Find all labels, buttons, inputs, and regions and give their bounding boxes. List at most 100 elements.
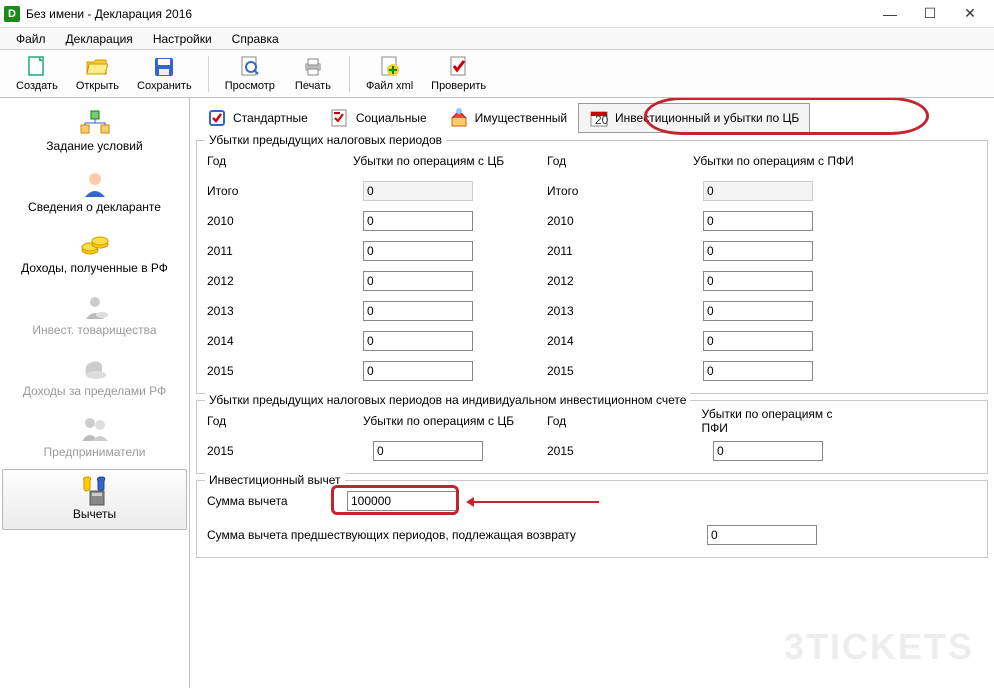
nav-income-abroad[interactable]: Доходы за пределами РФ bbox=[2, 347, 187, 406]
nav-invest-partner[interactable]: Инвест. товарищества bbox=[2, 286, 187, 345]
pfi-input-2011[interactable] bbox=[703, 241, 813, 261]
pfi-input-2014[interactable] bbox=[703, 331, 813, 351]
iis-year-cb: 2015 bbox=[207, 444, 253, 458]
declarant-icon bbox=[78, 169, 112, 199]
year-cb-2013: 2013 bbox=[207, 304, 253, 318]
year-cb-2012: 2012 bbox=[207, 274, 253, 288]
calendar-icon: 20 bbox=[589, 108, 609, 128]
year-cb-2010: 2010 bbox=[207, 214, 253, 228]
year-header-iis-pfi: Год bbox=[547, 414, 592, 428]
year-cb-2015: 2015 bbox=[207, 364, 253, 378]
iis-cb-input[interactable] bbox=[373, 441, 483, 461]
deduction-prev-label: Сумма вычета предшествующих периодов, по… bbox=[207, 528, 607, 542]
deduction-sum-input[interactable] bbox=[347, 491, 457, 511]
year-cb-2014: 2014 bbox=[207, 334, 253, 348]
form-check-icon bbox=[330, 108, 350, 128]
tabstrip: Стандартные Социальные Имущественный 20 … bbox=[196, 102, 988, 134]
main-area: Задание условий Сведения о декларанте До… bbox=[0, 98, 994, 688]
group-investment-deduction: Инвестиционный вычет Сумма вычета Сумма … bbox=[196, 480, 988, 558]
pfi-input-2010[interactable] bbox=[703, 211, 813, 231]
content-panel: Стандартные Социальные Имущественный 20 … bbox=[190, 98, 994, 688]
invest-partner-icon bbox=[78, 292, 112, 322]
total-label-cb: Итого bbox=[207, 184, 253, 198]
deductions-icon bbox=[78, 476, 112, 506]
checkbox-icon bbox=[207, 108, 227, 128]
menu-settings[interactable]: Настройки bbox=[143, 30, 222, 48]
menu-help[interactable]: Справка bbox=[222, 30, 289, 48]
save-icon bbox=[153, 56, 175, 78]
nav-income-rf[interactable]: Доходы, полученные в РФ bbox=[2, 224, 187, 283]
iis-pfi-input[interactable] bbox=[713, 441, 823, 461]
income-abroad-icon bbox=[78, 353, 112, 383]
year-cb-2011: 2011 bbox=[207, 244, 253, 258]
year-header-cb: Год bbox=[207, 154, 253, 168]
year-pfi-2011: 2011 bbox=[547, 244, 593, 258]
print-icon bbox=[302, 56, 324, 78]
pfi-input-2015[interactable] bbox=[703, 361, 813, 381]
nav-declarant[interactable]: Сведения о декларанте bbox=[2, 163, 187, 222]
nav-entrepreneurs[interactable]: Предприниматели bbox=[2, 408, 187, 467]
deduction-sum-label: Сумма вычета bbox=[207, 494, 337, 508]
year-header-iis-cb: Год bbox=[207, 414, 253, 428]
tab-standard[interactable]: Стандартные bbox=[196, 103, 319, 133]
iis-pfi-header: Убытки по операциям с ПФИ bbox=[702, 407, 858, 435]
total-label-pfi: Итого bbox=[547, 184, 593, 198]
deduction-prev-input[interactable] bbox=[707, 525, 817, 545]
preview-button[interactable]: Просмотр bbox=[219, 54, 281, 94]
year-pfi-2010: 2010 bbox=[547, 214, 593, 228]
xml-icon bbox=[379, 56, 401, 78]
cb-input-2015[interactable] bbox=[363, 361, 473, 381]
group-prior-losses: Убытки предыдущих налоговых периодов Год… bbox=[196, 140, 988, 394]
menubar: Файл Декларация Настройки Справка bbox=[0, 28, 994, 50]
year-header-pfi: Год bbox=[547, 154, 593, 168]
house-icon bbox=[449, 108, 469, 128]
tab-investment[interactable]: 20 Инвестиционный и убытки по ЦБ bbox=[578, 103, 810, 133]
pfi-input-2013[interactable] bbox=[703, 301, 813, 321]
open-button[interactable]: Открыть bbox=[70, 54, 125, 94]
menu-file[interactable]: Файл bbox=[6, 30, 56, 48]
xml-button[interactable]: Файл xml bbox=[360, 54, 419, 94]
maximize-button[interactable]: ☐ bbox=[910, 0, 950, 28]
iis-year-pfi: 2015 bbox=[547, 444, 593, 458]
check-icon bbox=[448, 56, 470, 78]
year-pfi-2014: 2014 bbox=[547, 334, 593, 348]
nav-deductions[interactable]: Вычеты bbox=[2, 469, 187, 530]
year-pfi-2012: 2012 bbox=[547, 274, 593, 288]
entrepreneurs-icon bbox=[78, 414, 112, 444]
close-button[interactable]: ✕ bbox=[950, 0, 990, 28]
group-prior-losses-title: Убытки предыдущих налоговых периодов bbox=[205, 133, 446, 147]
folder-open-icon bbox=[86, 56, 108, 78]
cb-input-2010[interactable] bbox=[363, 211, 473, 231]
window-title: Без имени - Декларация 2016 bbox=[26, 7, 870, 21]
nav-conditions[interactable]: Задание условий bbox=[2, 102, 187, 161]
coins-icon bbox=[78, 230, 112, 260]
group-iis-losses: Убытки предыдущих налоговых периодов на … bbox=[196, 400, 988, 474]
new-file-icon bbox=[26, 56, 48, 78]
conditions-icon bbox=[78, 108, 112, 138]
year-pfi-2015: 2015 bbox=[547, 364, 593, 378]
print-button[interactable]: Печать bbox=[287, 54, 339, 94]
titlebar: D Без имени - Декларация 2016 — ☐ ✕ bbox=[0, 0, 994, 28]
toolbar: Создать Открыть Сохранить Просмотр Печат… bbox=[0, 50, 994, 98]
cb-input-2012[interactable] bbox=[363, 271, 473, 291]
group-iis-title: Убытки предыдущих налоговых периодов на … bbox=[205, 393, 690, 407]
cb-input-2011[interactable] bbox=[363, 241, 473, 261]
annotation-arrow bbox=[469, 501, 599, 503]
menu-declaration[interactable]: Декларация bbox=[56, 30, 143, 48]
pfi-input-2012[interactable] bbox=[703, 271, 813, 291]
cb-losses-header: Убытки по операциям с ЦБ bbox=[353, 154, 504, 168]
cb-input-2014[interactable] bbox=[363, 331, 473, 351]
iis-cb-header: Убытки по операциям с ЦБ bbox=[363, 414, 514, 428]
year-pfi-2013: 2013 bbox=[547, 304, 593, 318]
cb-input-2013[interactable] bbox=[363, 301, 473, 321]
svg-text:20: 20 bbox=[595, 113, 609, 127]
tab-property[interactable]: Имущественный bbox=[438, 103, 578, 133]
minimize-button[interactable]: — bbox=[870, 0, 910, 28]
save-button[interactable]: Сохранить bbox=[131, 54, 198, 94]
create-button[interactable]: Создать bbox=[10, 54, 64, 94]
tab-social[interactable]: Социальные bbox=[319, 103, 438, 133]
preview-icon bbox=[239, 56, 261, 78]
app-icon: D bbox=[4, 6, 20, 22]
left-nav: Задание условий Сведения о декларанте До… bbox=[0, 98, 190, 688]
check-button[interactable]: Проверить bbox=[425, 54, 492, 94]
